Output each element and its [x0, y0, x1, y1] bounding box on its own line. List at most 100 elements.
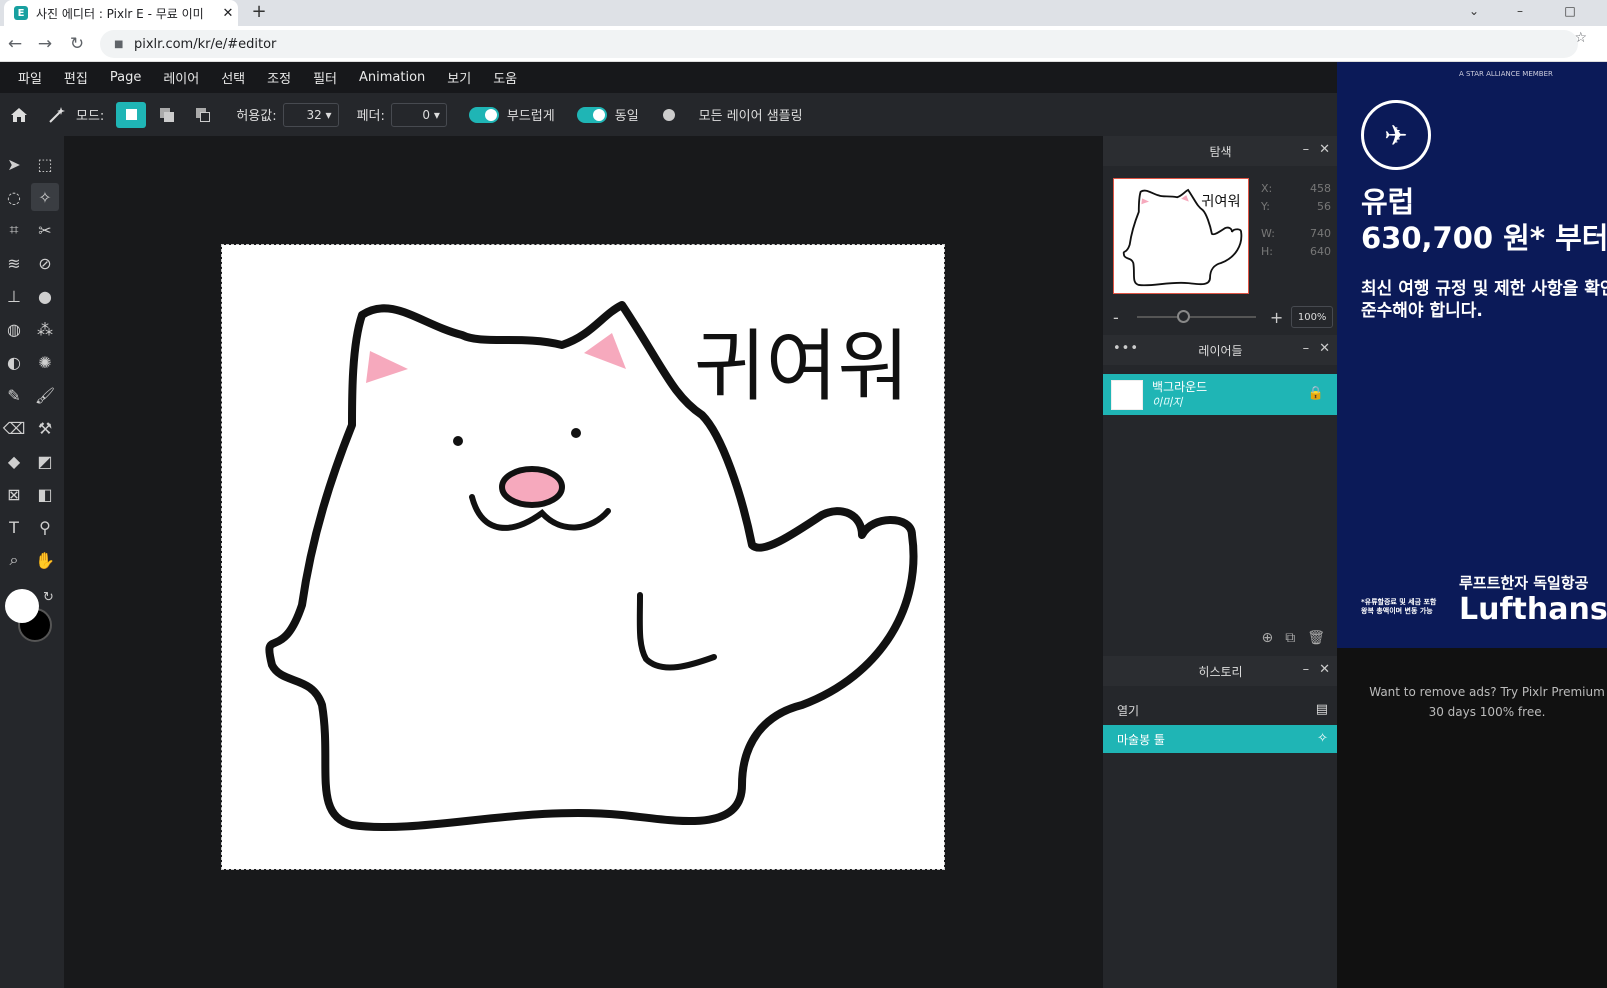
menu-file[interactable]: 파일 [18, 68, 42, 87]
mode-subtract-selection-button[interactable] [188, 102, 218, 128]
smart-brush-tool-icon[interactable]: ⚒ [31, 414, 59, 442]
chevron-down-icon[interactable]: ⌄ [1454, 0, 1494, 26]
url-text: pixlr.com/kr/e/#editor [134, 36, 277, 52]
lock-icon[interactable]: 🔒 [1308, 386, 1324, 401]
pen-tool-icon[interactable]: ✎ [0, 381, 28, 409]
heal-tool-icon[interactable]: ⊘ [31, 249, 59, 277]
browser-tab-bar: E 사진 에디터 : Pixlr E - 무료 이미 ✕ + ⌄ – □ [0, 0, 1607, 26]
image-placeholder-tool-icon[interactable]: ⊠ [0, 480, 28, 508]
cat-drawing: 귀여워 [265, 301, 918, 831]
layers-minimize-icon[interactable]: – [1303, 341, 1310, 356]
shape-tool-icon[interactable]: ◧ [31, 480, 59, 508]
menu-select[interactable]: 선택 [221, 68, 245, 87]
home-icon[interactable] [6, 102, 32, 128]
forward-icon[interactable]: → [34, 33, 56, 55]
image-canvas[interactable]: 귀여워 [221, 244, 945, 870]
lufthansa-crane-icon: ✈ [1361, 100, 1431, 170]
zoom-slider-knob[interactable] [1176, 310, 1190, 323]
ad-banner[interactable]: A STAR ALLIANCE MEMBER ✈ 유럽 630,700 원* 부… [1337, 62, 1607, 648]
eyedropper-tool-icon[interactable]: ⚲ [31, 513, 59, 541]
zoom-slider[interactable] [1136, 310, 1256, 323]
navigator-close-icon[interactable]: ✕ [1319, 142, 1330, 157]
menu-help[interactable]: 도움 [493, 68, 517, 87]
feather-select[interactable]: 0 ▾ [390, 102, 447, 127]
menu-adjust[interactable]: 조정 [267, 68, 291, 87]
contiguous-toggle[interactable] [576, 106, 607, 123]
fill-tool-icon[interactable]: ◆ [0, 447, 28, 475]
crop-tool-icon[interactable]: ⌗ [0, 216, 28, 244]
history-item-magic-wand[interactable]: 마술봉 툴 ✧ [1103, 725, 1338, 753]
brush-tool-icon[interactable]: 🖌 [31, 381, 59, 409]
antialias-label: 부드럽게 [506, 109, 555, 124]
menu-edit[interactable]: 편집 [64, 68, 88, 87]
swap-colors-icon[interactable]: ↻ [43, 590, 54, 605]
menu-filter[interactable]: 필터 [313, 68, 337, 87]
dodge-burn-tool-icon[interactable]: ◐ [0, 348, 28, 376]
blur-tool-icon[interactable]: ● [31, 282, 59, 310]
eraser-tool-icon[interactable]: ⌫ [0, 414, 28, 442]
sample-all-layers-label: 모든 레이어 샘플링 [698, 109, 803, 124]
bookmark-star-icon[interactable]: ☆ [1574, 30, 1587, 46]
menu-page[interactable]: Page [110, 70, 141, 85]
menu-animation[interactable]: Animation [359, 70, 425, 85]
w-label: W: [1261, 227, 1275, 240]
delete-layer-icon[interactable]: 🗑 [1307, 630, 1325, 646]
layers-menu-icon[interactable]: ••• [1113, 341, 1139, 356]
magic-wand-icon: ✧ [1317, 731, 1328, 746]
magic-wand-tool-icon[interactable]: ✧ [31, 183, 59, 211]
mode-add-selection-button[interactable] [152, 102, 182, 128]
hand-tool-icon[interactable]: ✋ [31, 546, 59, 574]
zoom-in-button[interactable]: + [1270, 308, 1283, 327]
ad-brand: Lufthansa [1459, 592, 1607, 627]
maximize-icon[interactable]: □ [1550, 0, 1590, 26]
ad-headline: 유럽 630,700 원* 부터 [1361, 184, 1607, 256]
layers-close-icon[interactable]: ✕ [1319, 341, 1330, 356]
canvas-text: 귀여워 [694, 322, 909, 412]
right-panels: 탐색 – ✕ 귀여워 X: 458 Y: 56 W: 740 H: 640 - + 100… [1102, 136, 1338, 988]
sponge-tool-icon[interactable]: ◍ [0, 315, 28, 343]
sample-all-layers-toggle[interactable] [661, 107, 691, 123]
tolerance-select[interactable]: 32 ▾ [282, 102, 339, 127]
remove-ads-line-2: 30 days 100% free. [1428, 705, 1546, 719]
color-replace-tool-icon[interactable]: ⁂ [31, 315, 59, 343]
remove-ads-note[interactable]: Want to remove ads? Try Pixlr Premium 30… [1367, 682, 1607, 722]
new-tab-button[interactable]: + [248, 0, 270, 26]
antialias-toggle[interactable] [468, 106, 499, 123]
navigator-thumbnail[interactable]: 귀여워 [1113, 178, 1249, 294]
liquify-tool-icon[interactable]: ≋ [0, 249, 28, 277]
back-icon[interactable]: ← [4, 33, 26, 55]
clone-stamp-tool-icon[interactable]: ⊥ [0, 282, 28, 310]
y-value: 56 [1317, 200, 1331, 213]
canvas-workspace[interactable]: 귀여워 [64, 136, 1102, 988]
history-minimize-icon[interactable]: – [1303, 662, 1310, 677]
menu-view[interactable]: 보기 [447, 68, 471, 87]
left-toolbar: ➤ ⬚ ◌ ✧ ⌗ ✂ ≋ ⊘ ⊥ ● ◍ ⁂ ◐ ✺ ✎ 🖌 ⌫ ⚒ ◆ ◩ … [0, 136, 64, 988]
arrange-tool-icon[interactable]: ➤ [0, 150, 28, 178]
add-layer-icon[interactable]: ⊕ [1261, 630, 1273, 646]
url-input[interactable]: ■ pixlr.com/kr/e/#editor [100, 30, 1578, 58]
zoom-value[interactable]: 100% [1291, 306, 1333, 328]
mode-new-selection-button[interactable] [116, 101, 147, 128]
gradient-tool-icon[interactable]: ◩ [31, 447, 59, 475]
tab-title: 사진 에디터 : Pixlr E - 무료 이미 [36, 6, 204, 21]
history-close-icon[interactable]: ✕ [1319, 662, 1330, 677]
zoom-out-button[interactable]: - [1113, 308, 1119, 327]
navigator-minimize-icon[interactable]: – [1303, 142, 1310, 157]
duplicate-layer-icon[interactable]: ⧉ [1285, 630, 1295, 646]
browser-tab[interactable]: E 사진 에디터 : Pixlr E - 무료 이미 ✕ [4, 0, 238, 26]
menu-layer[interactable]: 레이어 [163, 68, 199, 87]
history-item-label: 열기 [1117, 703, 1140, 718]
layer-item[interactable]: 백그라운드 이미지 🔒 [1103, 374, 1338, 415]
foreground-color-swatch[interactable] [5, 589, 39, 623]
text-tool-icon[interactable]: T [0, 513, 28, 541]
minimize-icon[interactable]: – [1500, 0, 1540, 26]
tolerance-value: 32 [306, 107, 322, 122]
zoom-tool-icon[interactable]: ⌕ [0, 546, 28, 574]
pinch-bloat-tool-icon[interactable]: ✺ [31, 348, 59, 376]
tab-close-icon[interactable]: ✕ [218, 6, 238, 21]
cutout-tool-icon[interactable]: ✂ [31, 216, 59, 244]
marquee-tool-icon[interactable]: ⬚ [31, 150, 59, 178]
history-item-open[interactable]: 열기 ▤ [1103, 696, 1338, 724]
lasso-tool-icon[interactable]: ◌ [0, 183, 28, 211]
reload-icon[interactable]: ↻ [66, 33, 88, 55]
